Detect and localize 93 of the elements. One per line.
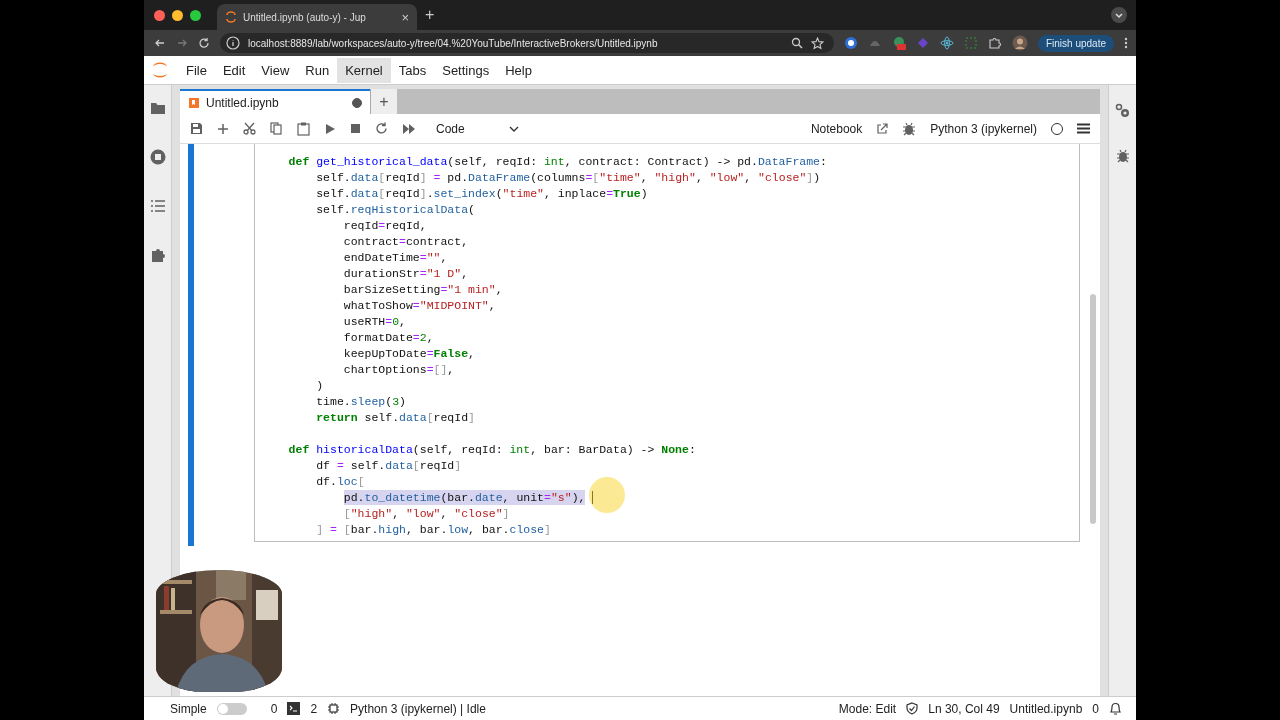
close-light[interactable]: [154, 9, 165, 21]
add-tab-button[interactable]: +: [370, 89, 397, 114]
menu-item[interactable]: File: [178, 57, 215, 83]
code-line: chartOptions=[],: [343, 361, 455, 377]
code-line: ["high", "low", "close"]: [343, 505, 510, 521]
atom-icon[interactable]: [939, 36, 954, 50]
bug-icon[interactable]: [1115, 149, 1130, 163]
star-icon[interactable]: [810, 36, 824, 50]
kernel-count: 2: [310, 701, 318, 716]
minimize-light[interactable]: [172, 9, 183, 21]
text-cursor: [592, 490, 594, 504]
shield-icon[interactable]: [906, 702, 919, 715]
code-line: self.reqHistoricalData(: [316, 201, 475, 217]
code-line: contract=contract,: [343, 233, 469, 249]
menu-item[interactable]: Edit: [214, 57, 254, 83]
new-tab-button[interactable]: +: [425, 6, 435, 24]
menu-item[interactable]: Run: [297, 57, 338, 83]
zoom-icon[interactable]: [790, 37, 803, 49]
external-link-icon[interactable]: [876, 122, 889, 135]
code-line: df.loc[: [316, 473, 365, 489]
menu-icon[interactable]: [1077, 123, 1090, 134]
stop-circle-icon[interactable]: [149, 149, 166, 165]
menu-item[interactable]: Help: [497, 57, 540, 83]
code-line: def get_historical_data(self, reqId: int, contract: Contract) -> pd.DataFrame:: [288, 153, 827, 169]
fast-forward-icon[interactable]: [402, 122, 416, 135]
restart-icon[interactable]: [375, 122, 388, 135]
code-line: whatToShow="MIDPOINT",: [343, 297, 496, 313]
folder-icon[interactable]: [149, 101, 166, 115]
code-line: barSizeSetting="1 min",: [343, 281, 503, 297]
more-icon[interactable]: [1124, 37, 1128, 49]
avatar-icon[interactable]: [1011, 35, 1028, 51]
notification-count: 0: [1092, 701, 1099, 716]
zoom-light[interactable]: [190, 9, 201, 21]
kernel-name-button[interactable]: Python 3 (ipykernel): [930, 121, 1037, 136]
code-line: return self.data[reqId]: [316, 409, 475, 425]
list-icon[interactable]: [149, 199, 166, 213]
simple-mode-label: Simple: [170, 701, 207, 716]
back-icon[interactable]: [154, 37, 166, 49]
simple-mode-toggle[interactable]: [216, 702, 247, 715]
menu-item[interactable]: Settings: [434, 57, 498, 83]
notebook-icon: [188, 96, 200, 109]
code-line: time.sleep(3): [316, 393, 406, 409]
bell-icon[interactable]: [1109, 701, 1122, 716]
menu-item[interactable]: Kernel: [337, 57, 391, 83]
code-line: useRTH=0,: [343, 313, 406, 329]
chevron-down-icon[interactable]: [1110, 6, 1128, 24]
save-icon[interactable]: [190, 122, 203, 135]
code-line: df = self.data[reqId]: [316, 457, 462, 473]
notebook-link[interactable]: Notebook: [810, 121, 863, 136]
copy-icon[interactable]: [270, 122, 283, 135]
paste-icon[interactable]: [297, 121, 310, 136]
chip-icon: [327, 702, 341, 715]
pointer-highlight: [589, 477, 625, 513]
finish-update-button[interactable]: Finish update: [1037, 34, 1114, 52]
kernel-status[interactable]: Python 3 (ipykernel) | Idle: [350, 701, 486, 716]
code-line: endDateTime="",: [343, 249, 448, 265]
gears-icon[interactable]: [1114, 103, 1131, 119]
bug-icon[interactable]: [902, 121, 917, 136]
code-line: durationStr="1 D",: [343, 265, 469, 281]
play-icon[interactable]: [324, 122, 336, 135]
site-info-icon: [226, 36, 240, 50]
address-field[interactable]: localhost:8889/lab/workspaces/auto-y/tree/04.%20YouTube/InteractiveBrokers/Untitled.ipynb: [220, 33, 834, 53]
code-line: formatDate=2,: [343, 329, 434, 345]
code-line: def historicalData(self, reqId: int, bar: BarData) -> None:: [288, 441, 696, 457]
cut-icon[interactable]: [243, 122, 256, 135]
chevron-down-icon: [508, 125, 519, 132]
puzzle-icon[interactable]: [149, 247, 166, 263]
code-editor[interactable]: [254, 144, 1080, 542]
terminal-icon: [287, 702, 301, 715]
extension-icon[interactable]: [843, 36, 858, 50]
forward-icon[interactable]: [176, 37, 188, 49]
editor-mode: Mode: Edit: [838, 701, 897, 716]
code-line: self.data[reqId].set_index("time", inplace=True): [316, 185, 648, 201]
stop-icon[interactable]: [350, 123, 361, 134]
reload-icon[interactable]: [198, 37, 210, 49]
code-line: ] = [bar.high, bar.low, bar.close]: [316, 521, 551, 537]
menu-item[interactable]: Tabs: [390, 57, 435, 83]
puzzle-icon[interactable]: [987, 36, 1002, 50]
terminal-count: 0: [270, 701, 278, 716]
code-line: reqId=reqId,: [343, 217, 427, 233]
scrollbar[interactable]: [1090, 294, 1096, 524]
close-tab-button[interactable]: ×: [401, 10, 409, 24]
cell-type-dropdown[interactable]: Code: [430, 119, 525, 138]
code-line: self.data[reqId] = pd.DataFrame(columns=["time", "high", "low", "close"]): [316, 169, 821, 185]
plus-icon[interactable]: [217, 122, 229, 135]
code-line: keepUpToDate=False,: [343, 345, 475, 361]
document-tab[interactable]: Untitled.ipynb: [180, 89, 370, 114]
browser-tab[interactable]: Untitled.ipynb (auto-y) - Jup ×: [217, 4, 417, 30]
unsaved-dot[interactable]: [352, 97, 362, 108]
cursor-position[interactable]: Ln 30, Col 49: [928, 701, 1000, 716]
code-line: ): [316, 377, 324, 393]
file-name: Untitled.ipynb: [1009, 701, 1083, 716]
menu-item[interactable]: View: [253, 57, 298, 83]
